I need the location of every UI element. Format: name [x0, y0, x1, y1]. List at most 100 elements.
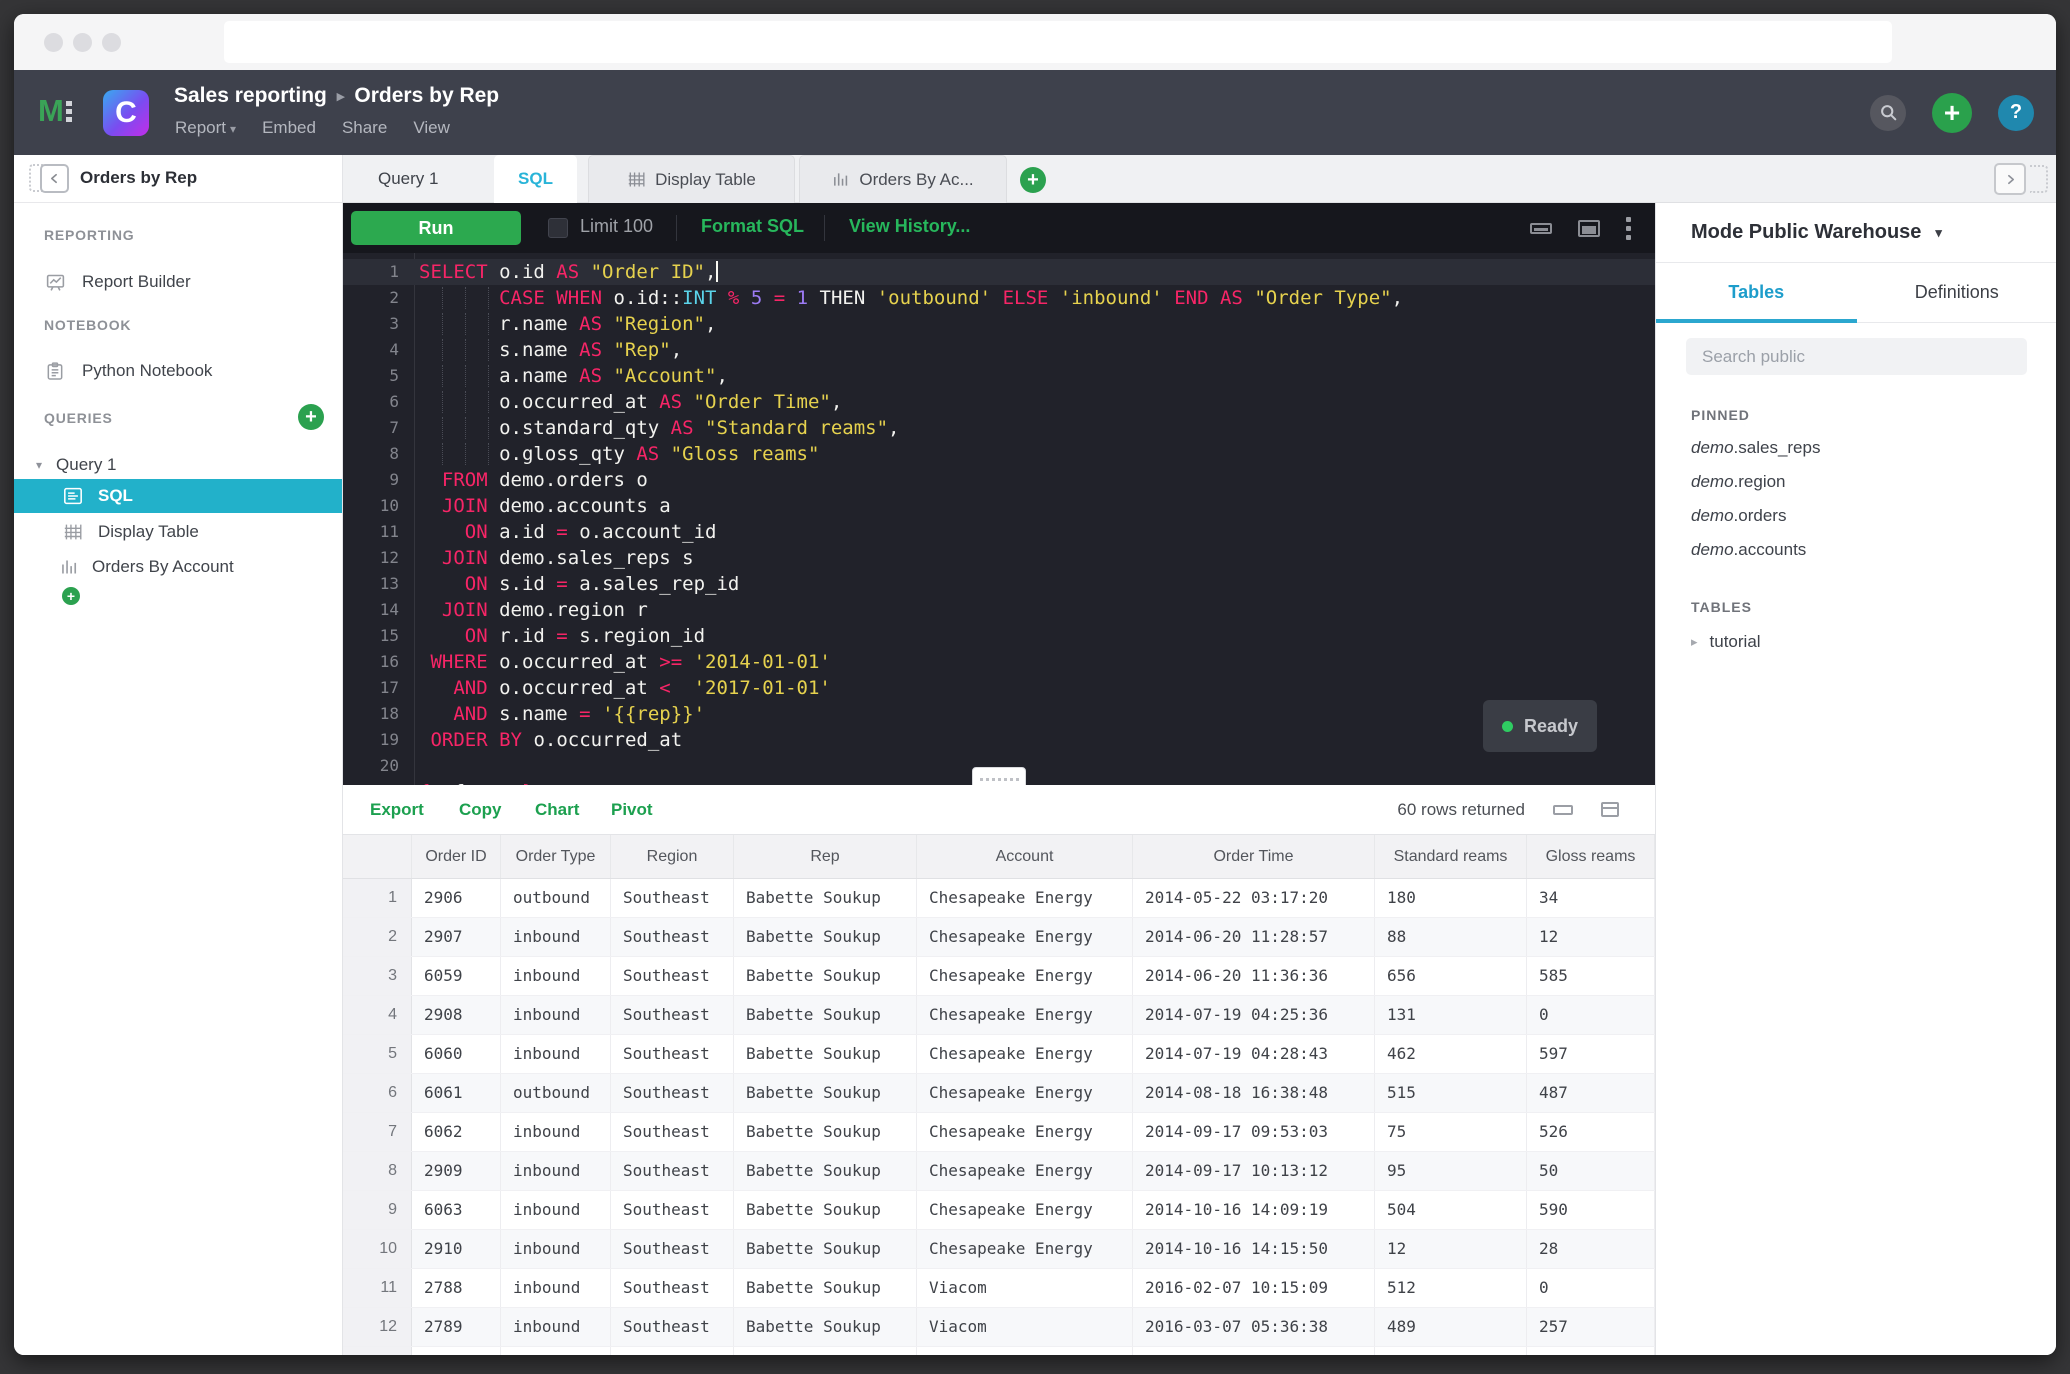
code-line[interactable]: 19 ORDER BY o.occurred_at: [343, 727, 1655, 753]
code-line[interactable]: 11 ON a.id = o.account_id: [343, 519, 1655, 545]
code-line[interactable]: 7 o.standard_qty AS "Standard reams",: [343, 415, 1655, 441]
tree-item-schema[interactable]: ▸tutorial: [1656, 625, 2056, 659]
code-line[interactable]: 12 JOIN demo.sales_reps s: [343, 545, 1655, 571]
code-line[interactable]: 6 o.occurred_at AS "Order Time",: [343, 389, 1655, 415]
schema-search-input[interactable]: [1686, 338, 2027, 375]
code-line[interactable]: 14 JOIN demo.region r: [343, 597, 1655, 623]
column-header[interactable]: Standard reams: [1375, 835, 1527, 878]
tab-definitions[interactable]: Definitions: [1857, 263, 2057, 322]
code-line[interactable]: 15 ON r.id = s.region_id: [343, 623, 1655, 649]
add-query-button[interactable]: +: [298, 404, 324, 430]
format-sql-button[interactable]: Format SQL: [701, 216, 804, 237]
sidebar-item-sql[interactable]: SQL: [14, 479, 342, 513]
close-window-button[interactable]: [44, 33, 63, 52]
code-line[interactable]: 16 WHERE o.occurred_at >= '2014-01-01': [343, 649, 1655, 675]
minimize-editor-icon[interactable]: [1530, 223, 1552, 234]
table-cell: Chesapeake Energy: [917, 1191, 1133, 1229]
limit-label[interactable]: Limit 100: [580, 216, 653, 237]
column-header[interactable]: Region: [611, 835, 734, 878]
table-row[interactable]: 56060inboundSoutheastBabette SoukupChesa…: [343, 1035, 1655, 1074]
table-row[interactable]: 42908inboundSoutheastBabette SoukupChesa…: [343, 996, 1655, 1035]
column-header[interactable]: Order Time: [1133, 835, 1375, 878]
menu-share[interactable]: Share: [342, 118, 387, 138]
collapse-sidebar-button[interactable]: [40, 164, 69, 193]
pivot-button[interactable]: Pivot: [611, 800, 653, 820]
table-row[interactable]: 96063inboundSoutheastBabette SoukupChesa…: [343, 1191, 1655, 1230]
sidebar-item-query-1[interactable]: ▾ Query 1: [14, 448, 342, 482]
code-line[interactable]: 8 o.gloss_qty AS "Gloss reams": [343, 441, 1655, 467]
maximize-editor-icon[interactable]: [1578, 220, 1600, 237]
copy-button[interactable]: Copy: [459, 800, 502, 820]
limit-checkbox[interactable]: [548, 218, 568, 238]
pinned-table-item[interactable]: demo.orders: [1656, 499, 2056, 533]
menu-embed[interactable]: Embed: [262, 118, 316, 138]
code-line[interactable]: 17 AND o.occurred_at < '2017-01-01': [343, 675, 1655, 701]
tab-query-group[interactable]: Query 1: [378, 155, 438, 203]
tab-display-table[interactable]: Display Table: [588, 155, 795, 203]
add-new-button[interactable]: +: [1932, 93, 1972, 133]
sidebar-item-display-table[interactable]: Display Table: [14, 515, 342, 549]
table-row[interactable]: 36059inboundSoutheastBabette SoukupChesa…: [343, 957, 1655, 996]
breadcrumb-report-name[interactable]: Sales reporting: [174, 84, 327, 108]
table-row[interactable]: 12906outboundSoutheastBabette SoukupChes…: [343, 879, 1655, 918]
column-header[interactable]: Gloss reams: [1527, 835, 1655, 878]
report-app-icon[interactable]: C: [103, 90, 149, 136]
pinned-table-item[interactable]: demo.accounts: [1656, 533, 2056, 567]
table-row[interactable]: 66061outboundSoutheastBabette SoukupChes…: [343, 1074, 1655, 1113]
table-row[interactable]: 82909inboundSoutheastBabette SoukupChesa…: [343, 1152, 1655, 1191]
table-row[interactable]: 102910inboundSoutheastBabette SoukupChes…: [343, 1230, 1655, 1269]
minimize-window-button[interactable]: [73, 33, 92, 52]
add-chart-button[interactable]: +: [62, 587, 80, 605]
sidebar-item-python-notebook[interactable]: Python Notebook: [14, 354, 342, 388]
zoom-window-button[interactable]: [102, 33, 121, 52]
code-line[interactable]: 13 ON s.id = a.sales_rep_id: [343, 571, 1655, 597]
warehouse-selector[interactable]: Mode Public Warehouse ▾: [1656, 203, 2056, 263]
sql-editor[interactable]: 1SELECT o.id AS "Order ID",2 CASE WHEN o…: [343, 253, 1655, 785]
chevron-down-icon: ▾: [1935, 225, 1942, 241]
code-line[interactable]: 2 CASE WHEN o.id::INT % 5 = 1 THEN 'outb…: [343, 285, 1655, 311]
tab-sql[interactable]: SQL: [494, 155, 577, 203]
code-line[interactable]: 5 a.name AS "Account",: [343, 363, 1655, 389]
add-tab-button[interactable]: +: [1020, 167, 1046, 193]
column-header[interactable]: Order ID: [412, 835, 501, 878]
code-line[interactable]: 18 AND s.name = '{{rep}}': [343, 701, 1655, 727]
table-row[interactable]: 132557inboundSoutheastBabette SoukupNRG …: [343, 1347, 1655, 1355]
table-row[interactable]: 122789inboundSoutheastBabette SoukupViac…: [343, 1308, 1655, 1347]
search-button[interactable]: [1870, 95, 1906, 131]
table-row[interactable]: 22907inboundSoutheastBabette SoukupChesa…: [343, 918, 1655, 957]
pinned-table-item[interactable]: demo.region: [1656, 465, 2056, 499]
code-line[interactable]: 1SELECT o.id AS "Order ID",: [343, 259, 1655, 285]
pinned-table-item[interactable]: demo.sales_reps: [1656, 431, 2056, 465]
tab-tables[interactable]: Tables: [1656, 263, 1857, 322]
kebab-menu-icon[interactable]: [1626, 217, 1631, 240]
help-button[interactable]: ?: [1998, 95, 2034, 131]
column-header[interactable]: Rep: [734, 835, 917, 878]
sidebar-item-orders-by-account[interactable]: Orders By Account: [14, 550, 342, 584]
minimize-results-icon[interactable]: [1553, 805, 1573, 815]
chart-button[interactable]: Chart: [535, 800, 579, 820]
table-row[interactable]: 76062inboundSoutheastBabette SoukupChesa…: [343, 1113, 1655, 1152]
column-header[interactable]: Account: [917, 835, 1133, 878]
menu-view[interactable]: View: [413, 118, 450, 138]
plus-icon: +: [1027, 170, 1039, 190]
code-line[interactable]: 3 r.name AS "Region",: [343, 311, 1655, 337]
view-history-button[interactable]: View History...: [849, 216, 970, 237]
code-line[interactable]: 10 JOIN demo.accounts a: [343, 493, 1655, 519]
column-header[interactable]: Order Type: [501, 835, 611, 878]
code-line[interactable]: 9 FROM demo.orders o: [343, 467, 1655, 493]
code-line[interactable]: 4 s.name AS "Rep",: [343, 337, 1655, 363]
sidebar-item-report-builder[interactable]: Report Builder: [14, 265, 342, 299]
run-button[interactable]: Run: [351, 211, 521, 245]
url-bar[interactable]: [224, 21, 1892, 63]
maximize-results-icon[interactable]: [1601, 802, 1619, 817]
menu-report[interactable]: Report▾: [175, 118, 236, 138]
chevron-down-icon: ▾: [230, 122, 236, 136]
export-button[interactable]: Export: [370, 800, 424, 820]
table-cell: inbound: [501, 1191, 611, 1229]
collapse-right-panel-button[interactable]: [1994, 163, 2026, 195]
tab-orders-by-account[interactable]: Orders By Ac...: [799, 155, 1007, 203]
mode-logo[interactable]: M: [38, 96, 72, 126]
breadcrumb-page-name[interactable]: Orders by Rep: [354, 84, 499, 108]
editor-resize-handle[interactable]: [972, 767, 1026, 785]
table-row[interactable]: 112788inboundSoutheastBabette SoukupViac…: [343, 1269, 1655, 1308]
